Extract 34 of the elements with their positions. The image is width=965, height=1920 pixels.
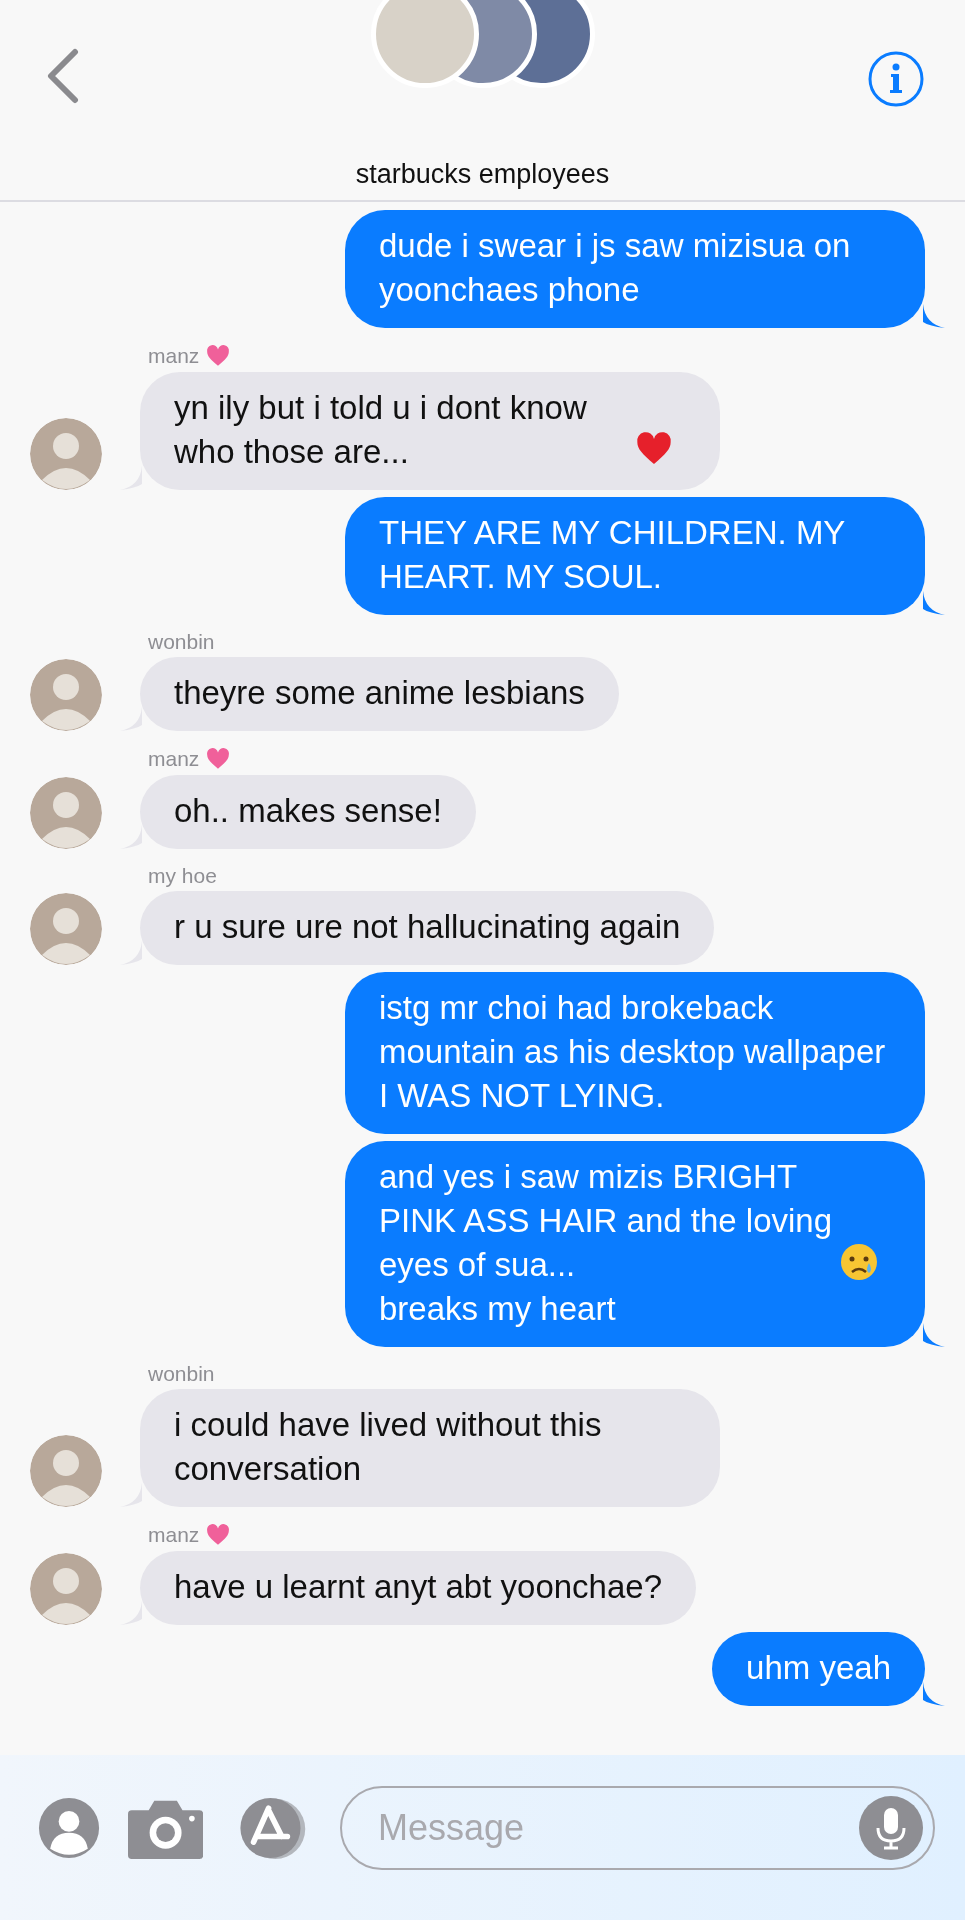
sender-name: manz: [148, 344, 200, 368]
message-text: breaks my heart: [379, 1289, 616, 1329]
sender-name: manz: [148, 747, 200, 771]
message-text: oh.. makes sense!: [174, 791, 442, 831]
sender-name: manz: [148, 1523, 200, 1547]
message-text: theyre some anime lesbians: [174, 673, 585, 713]
info-icon[interactable]: [867, 50, 925, 108]
sender-name: wonbin: [148, 630, 215, 654]
message-text: and yes i saw mizis BRIGHT PINK ASS HAIR and the loving eyes of sua...: [379, 1157, 834, 1285]
bubble-tail: [923, 1682, 945, 1706]
avatar: [30, 659, 102, 731]
message-text: have u learnt anyt abt yoonchae?: [174, 1567, 663, 1607]
bubble-tail: [923, 304, 945, 328]
message-text: r u sure ure not hallucinating again: [174, 907, 681, 947]
sender-name: my hoe: [148, 864, 217, 888]
avatar: [30, 777, 102, 849]
message-text: yn ily but i told u i dont know who those are...: [174, 388, 588, 472]
avatar: [30, 418, 102, 490]
avatar: [30, 1435, 102, 1507]
microphone-icon[interactable]: [859, 1795, 923, 1860]
message-text: dude i swear i js saw mizisua on yoonchaes phone: [379, 226, 852, 310]
sender-name: wonbin: [148, 1362, 215, 1386]
conversation-title: starbucks employees: [355, 159, 610, 190]
message-field[interactable]: Message: [340, 1785, 935, 1870]
crying-face-icon: [839, 1242, 879, 1282]
message-text: i could have lived without this conversation: [174, 1405, 603, 1489]
message-text: istg mr choi had brokeback mountain as his desktop wallpaper I WAS NOT LYING.: [379, 988, 887, 1116]
bubble-tail: [923, 1323, 945, 1347]
avatar: [30, 1553, 102, 1625]
message-text: THEY ARE MY CHILDREN. MY HEART. MY SOUL.: [379, 513, 846, 597]
avatar: [30, 893, 102, 965]
bubble-tail: [923, 591, 945, 615]
message-text: uhm yeah: [746, 1648, 891, 1688]
back-chevron-icon[interactable]: [46, 48, 80, 104]
